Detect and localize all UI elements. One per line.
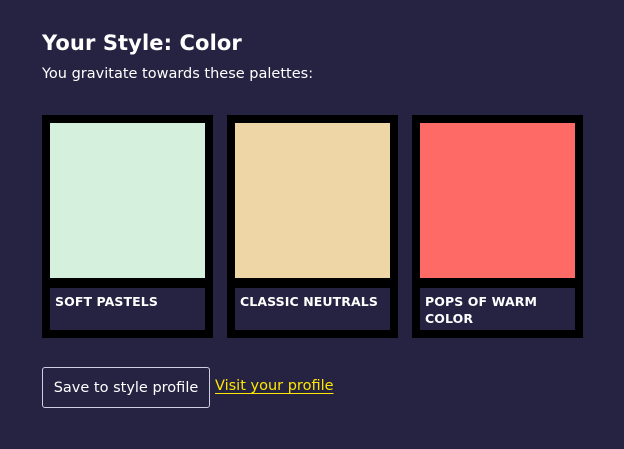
palette-swatch <box>50 123 205 278</box>
palette-swatch <box>420 123 575 278</box>
palette-label: POPS OF WARM COLOR <box>425 294 537 326</box>
palette-label: CLASSIC NEUTRALS <box>240 294 378 309</box>
palette-label-box: SOFT PASTELS <box>50 288 205 330</box>
save-to-style-profile-button[interactable]: Save to style profile <box>42 367 210 408</box>
palette-card-pops-of-warm-color: POPS OF WARM COLOR <box>412 115 583 338</box>
palette-swatch <box>235 123 390 278</box>
palette-label-box: CLASSIC NEUTRALS <box>235 288 390 330</box>
palette-label-box: POPS OF WARM COLOR <box>420 288 575 330</box>
palette-label: SOFT PASTELS <box>55 294 158 309</box>
visit-profile-link[interactable]: Visit your profile <box>215 378 334 394</box>
palette-card-soft-pastels: SOFT PASTELS <box>42 115 213 338</box>
page-title: Your Style: Color <box>42 31 242 55</box>
style-result-panel: Your Style: Color You gravitate towards … <box>0 0 624 449</box>
page-subtitle: You gravitate towards these palettes: <box>42 66 314 82</box>
palette-list: SOFT PASTELS CLASSIC NEUTRALS POPS OF WA… <box>42 115 583 338</box>
palette-card-classic-neutrals: CLASSIC NEUTRALS <box>227 115 398 338</box>
